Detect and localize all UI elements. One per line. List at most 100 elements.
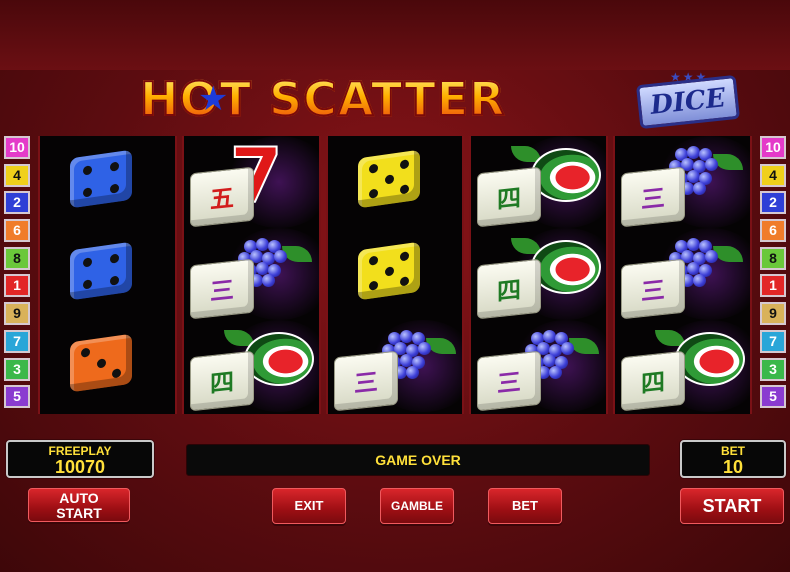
reel-symbol: 三 — [328, 320, 463, 412]
dice-pip — [81, 347, 90, 358]
yellow-dice-icon — [357, 241, 420, 301]
dice-pip — [384, 265, 394, 277]
payline-marker: 2 — [4, 191, 30, 215]
payline-marker: 7 — [4, 329, 30, 353]
game-logo: HOT SCATTER ★ ★★★ DICE — [139, 70, 741, 130]
reel-symbol — [40, 136, 175, 228]
paylines-left: 10 4 2 6 8 1 9 7 3 5 — [4, 136, 30, 413]
reel-symbol: 三 — [471, 320, 607, 412]
mahjong-tile-icon: 三 — [477, 350, 542, 412]
reel-column: 三 — [325, 136, 465, 414]
mahjong-tile-icon: 三 — [621, 166, 686, 228]
tile-glyph: 四 — [209, 367, 234, 399]
gamble-button[interactable]: GAMBLE — [380, 488, 454, 524]
dice-pip — [82, 186, 92, 198]
payline-marker: 10 — [760, 136, 786, 159]
logo-title: HOT SCATTER — [139, 71, 506, 127]
grape-icon — [273, 250, 287, 263]
reel-column: 四四三 — [469, 136, 609, 414]
dice-pip — [399, 159, 409, 170]
tile-glyph: 五 — [209, 183, 234, 215]
auto-start-line2: START — [56, 505, 102, 521]
top-bar — [0, 0, 790, 70]
mahjong-tile-icon: 五 — [189, 166, 254, 228]
auto-start-button[interactable]: AUTO START — [28, 488, 130, 522]
logo-dice-badge: DICE — [635, 74, 741, 130]
payline-marker: 10 — [4, 136, 30, 159]
watermelon-icon — [531, 148, 602, 202]
bet-value: 10 — [722, 457, 744, 477]
payline-marker: 5 — [4, 385, 30, 409]
freeplay-label: FREEPLAY — [48, 444, 112, 458]
payline-marker: 1 — [4, 274, 30, 298]
tile-glyph: 四 — [497, 183, 522, 215]
dice-pip — [399, 276, 409, 287]
reel-symbol: 四 — [471, 136, 607, 228]
paylines-right: 10 4 2 6 8 1 9 7 3 5 — [760, 136, 786, 413]
tile-glyph: 四 — [641, 367, 666, 399]
payline-marker: 9 — [760, 302, 786, 326]
mahjong-tile-icon: 四 — [477, 258, 542, 320]
grape-icon — [399, 354, 413, 367]
grape-icon — [261, 274, 275, 287]
reel-symbol — [40, 320, 175, 412]
payline-marker: 8 — [760, 246, 786, 270]
reel-symbol: 四 — [184, 320, 319, 412]
tile-glyph: 四 — [497, 275, 522, 307]
payline-marker: 2 — [760, 191, 786, 215]
bet-panel: BET 10 — [680, 440, 786, 478]
payline-marker: 1 — [760, 274, 786, 298]
mahjong-tile-icon: 四 — [621, 350, 686, 412]
grape-icon — [399, 330, 413, 343]
bet-button[interactable]: BET — [488, 488, 562, 524]
dice-pip — [368, 255, 378, 266]
payline-marker: 5 — [760, 385, 786, 409]
start-button[interactable]: START — [680, 488, 784, 524]
payline-marker: 4 — [760, 163, 786, 187]
grape-icon — [417, 342, 431, 355]
freeplay-panel: FREEPLAY 10070 — [6, 440, 154, 478]
exit-button[interactable]: EXIT — [272, 488, 346, 524]
logo-subtitle: DICE — [649, 83, 727, 121]
dice-pip — [96, 357, 106, 369]
reel-symbol: 7五 — [184, 136, 319, 228]
dice-pip — [82, 278, 92, 290]
tile-glyph: 三 — [641, 275, 666, 307]
payline-marker: 3 — [760, 357, 786, 381]
dice-pip — [368, 163, 378, 174]
orange-dice-icon — [70, 333, 132, 393]
status-message: GAME OVER — [186, 444, 650, 476]
reel-column: 三三四 — [613, 136, 752, 414]
mahjong-tile-icon: 三 — [333, 350, 398, 412]
reel-column — [38, 136, 177, 414]
payline-marker: 7 — [760, 329, 786, 353]
mahjong-tile-icon: 三 — [621, 258, 686, 320]
freeplay-value: 10070 — [54, 457, 106, 477]
bet-label: BET — [721, 444, 745, 458]
payline-marker: 3 — [4, 357, 30, 381]
mahjong-tile-icon: 四 — [477, 166, 542, 228]
dice-pip — [112, 368, 121, 379]
tile-glyph: 三 — [497, 367, 522, 399]
dice-pip — [399, 251, 409, 262]
mahjong-tile-icon: 三 — [189, 258, 254, 320]
reel-symbol: 三 — [615, 136, 750, 228]
reel-symbol: 四 — [471, 228, 607, 320]
grape-icon — [255, 238, 269, 251]
reel-symbol — [328, 228, 463, 320]
dice-pip — [82, 164, 92, 176]
dice-pip — [110, 252, 120, 264]
reel-symbol: 三 — [615, 228, 750, 320]
reel-column: 7五三四 — [181, 136, 321, 414]
dice-pip — [399, 184, 409, 195]
dice-pip — [368, 188, 378, 199]
dice-pip — [110, 160, 120, 172]
auto-start-line1: AUTO — [59, 490, 99, 506]
watermelon-icon — [243, 332, 314, 386]
tile-glyph: 三 — [209, 275, 234, 307]
blue-dice-icon — [70, 241, 132, 301]
reel-symbol — [40, 228, 175, 320]
dice-pip — [384, 173, 394, 185]
watermelon-icon — [531, 240, 602, 294]
payline-marker: 9 — [4, 302, 30, 326]
